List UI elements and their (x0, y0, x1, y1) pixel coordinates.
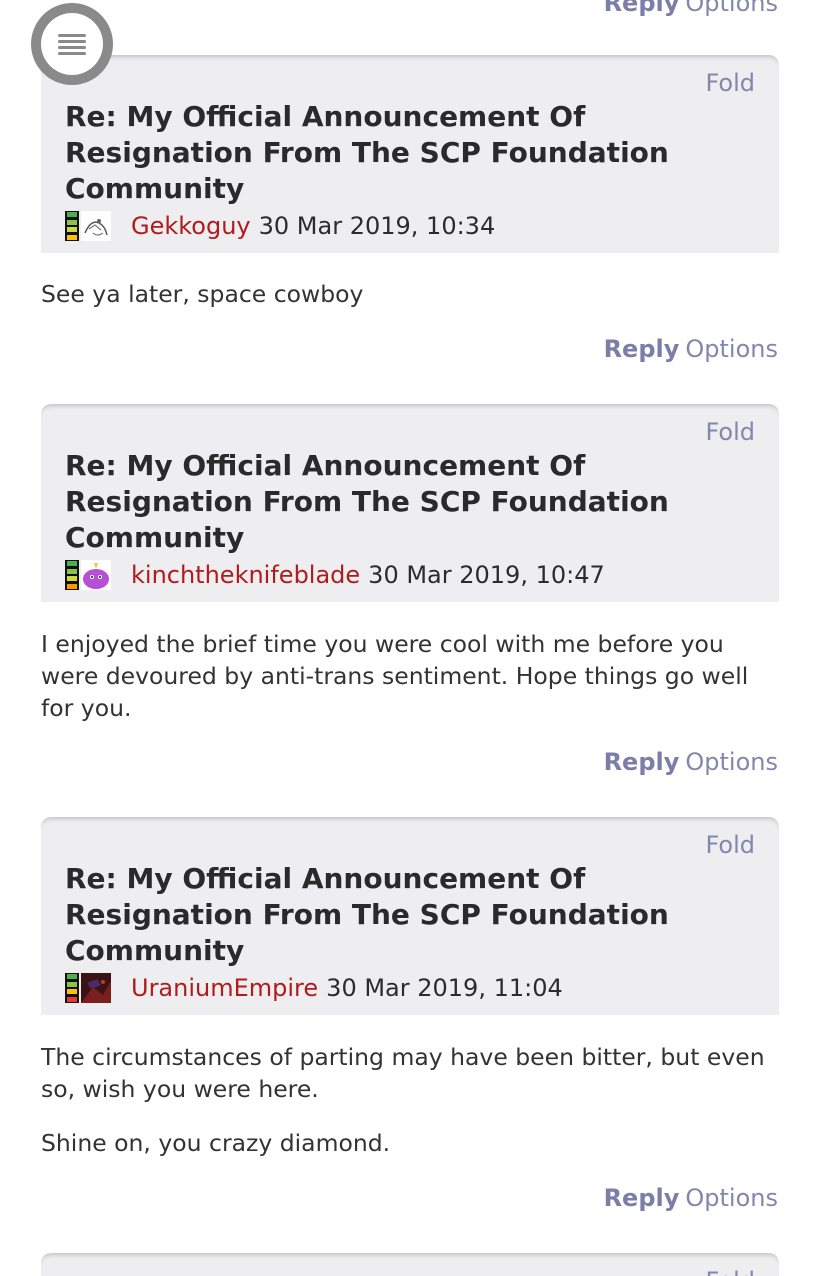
post-body: I enjoyed the brief time you were cool w… (41, 628, 779, 746)
fold-link[interactable]: Fold (705, 831, 755, 859)
reply-link[interactable]: Reply (604, 0, 680, 17)
post-actions-top: Reply Options (604, 0, 778, 18)
username-link[interactable]: UraniumEmpire (131, 974, 318, 1002)
post-body: The circumstances of parting may have be… (41, 1041, 779, 1181)
post-body: See ya later, space cowboy (41, 278, 779, 332)
post-meta: UraniumEmpire 30 Mar 2019, 11:04 (65, 971, 563, 1005)
post-meta: Gekkoguy 30 Mar 2019, 10:34 (65, 209, 495, 243)
post-date: 30 Mar 2019, 10:34 (258, 212, 496, 240)
post-actions: Reply Options (604, 1183, 778, 1213)
reply-link[interactable]: Reply (604, 1184, 680, 1212)
post-title: Re: My Official Announcement Of Resignat… (65, 449, 669, 554)
post-header: Fold Re: My Official Announcement Of Res… (41, 55, 779, 253)
options-link[interactable]: Options (685, 0, 778, 17)
options-link[interactable]: Options (685, 1184, 778, 1212)
post-date: 30 Mar 2019, 11:04 (326, 974, 563, 1002)
avatar[interactable] (81, 211, 111, 241)
post-header: Fold Re: My Official Announcement Of Res… (41, 404, 779, 602)
reply-link[interactable]: Reply (604, 335, 680, 363)
username-link[interactable]: kinchtheknifeblade (131, 561, 360, 589)
fold-link[interactable]: Fold (705, 418, 755, 446)
post-date: 30 Mar 2019, 10:47 (368, 561, 605, 589)
reply-link[interactable]: Reply (604, 748, 680, 776)
post-title: Re: My Official Announcement Of Resignat… (65, 100, 669, 205)
hamburger-icon (41, 13, 103, 75)
post-header: Fold (41, 1253, 779, 1276)
post-header: Fold Re: My Official Announcement Of Res… (41, 817, 779, 1015)
menu-button[interactable] (31, 3, 113, 85)
post-paragraph: See ya later, space cowboy (41, 280, 364, 308)
post-title: Re: My Official Announcement Of Resignat… (65, 862, 669, 967)
forum-page: Reply Options Fold Re: My Official Announ… (0, 0, 828, 1276)
post-actions: Reply Options (604, 334, 778, 364)
karma-icon (65, 973, 79, 1003)
fold-link[interactable]: Fold (705, 69, 755, 97)
post-paragraph: Shine on, you crazy diamond. (41, 1129, 391, 1157)
post-paragraph: The circumstances of parting may have be… (41, 1043, 765, 1103)
username-link[interactable]: Gekkoguy (131, 212, 251, 240)
post-paragraph: I enjoyed the brief time you were cool w… (41, 630, 749, 722)
post-actions: Reply Options (604, 747, 778, 777)
karma-icon (65, 560, 79, 590)
fold-link[interactable]: Fold (705, 1267, 755, 1276)
options-link[interactable]: Options (685, 335, 778, 363)
avatar[interactable] (81, 560, 111, 590)
avatar[interactable] (81, 973, 111, 1003)
karma-icon (65, 211, 79, 241)
options-link[interactable]: Options (685, 748, 778, 776)
post-meta: kinchtheknifeblade 30 Mar 2019, 10:47 (65, 558, 605, 592)
